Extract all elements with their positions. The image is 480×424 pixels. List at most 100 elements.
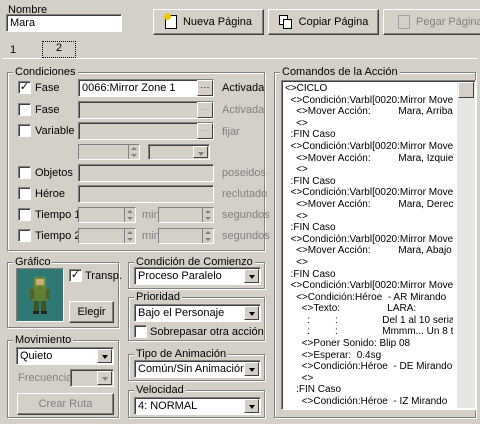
command-line[interactable]: <>Mover Acción: Mara, Derecha — [285, 199, 453, 211]
animation-title: Tipo de Animación — [134, 348, 229, 360]
command-line[interactable]: :FIN Caso — [285, 222, 453, 234]
start-condition-select[interactable]: Proceso Paralelo — [134, 267, 261, 285]
timer-1-seconds-spinner[interactable] — [158, 207, 214, 223]
command-line[interactable]: <>CICLO — [285, 83, 453, 95]
frequency-label: Frecuencia: — [18, 372, 76, 384]
commands-list[interactable]: <>CICLO <>Condición:Varbl[0020:Mirror Mo… — [281, 80, 476, 410]
switch-1-suffix: Activada — [222, 82, 265, 94]
switch-1-label: Fase — [35, 82, 60, 94]
command-line[interactable]: <> — [285, 408, 453, 409]
switch-1-field[interactable]: 0066:Mirror Zone 1 — [78, 79, 214, 97]
switch-2-suffix: Activada — [222, 104, 265, 116]
priority-value: Bajo el Personaje — [138, 307, 225, 319]
copy-page-icon — [278, 15, 293, 29]
variable-field[interactable] — [78, 122, 214, 140]
movement-select[interactable]: Quieto — [16, 347, 114, 365]
timer-1-label: Tiempo 1 — [35, 209, 81, 221]
timer-1-checkbox[interactable] — [18, 208, 31, 221]
command-line[interactable]: :FIN Caso — [285, 129, 453, 141]
hero-select[interactable] — [78, 185, 214, 203]
paste-page-label: Pegar Página — [416, 16, 480, 28]
scroll-up-button[interactable] — [458, 82, 474, 98]
command-line[interactable]: <>Condición:Héroe - IZ Mirando — [285, 396, 453, 408]
items-select[interactable] — [78, 164, 214, 182]
character-sprite[interactable] — [16, 268, 64, 322]
command-line[interactable]: <> — [285, 118, 453, 130]
command-line[interactable]: <>Condición:Varbl[0020:Mirror Moves]-2 — [285, 141, 453, 153]
command-line[interactable]: <>Poner Sonido: Blip 08 — [285, 338, 453, 350]
switch-1-checkbox[interactable]: ✓ — [18, 81, 31, 94]
command-line[interactable]: <>Condición:Varbl[0020:Mirror Moves]-1 — [285, 95, 453, 107]
command-line[interactable]: : : Mmmm... Un 8 tal vez? — [285, 326, 453, 338]
copy-page-button[interactable]: Copiar Página — [268, 9, 379, 35]
switch-2-label: Fase — [35, 104, 60, 116]
command-line[interactable]: :FIN Caso — [285, 384, 453, 396]
command-line[interactable]: <> — [285, 257, 453, 269]
commands-title: Comandos de la Acción — [280, 66, 400, 78]
start-condition-value: Proceso Paralelo — [138, 270, 222, 282]
items-checkbox[interactable] — [18, 166, 31, 179]
command-line[interactable]: <>Mover Acción: Mara, Izquierd — [285, 153, 453, 165]
new-page-label: Nueva Página — [182, 16, 253, 28]
command-line[interactable]: : : Del 1 al 10 seria\..\..\.. — [285, 315, 453, 327]
tab-2[interactable]: 2 — [42, 41, 76, 58]
switch-2-checkbox[interactable] — [18, 103, 31, 116]
command-line[interactable]: <>Condición:Héroe - AR Mirando — [285, 292, 453, 304]
hero-label: Héroe — [35, 188, 65, 200]
graphic-title: Gráfico — [13, 256, 53, 268]
command-line[interactable]: <>Mover Acción: Mara, Abajo — [285, 245, 453, 257]
switch-2-browse-button[interactable]: ··· — [197, 102, 213, 118]
timer-2-label: Tiempo 2 — [35, 230, 81, 242]
variable-value-spinner[interactable] — [78, 144, 140, 160]
command-line[interactable]: <>Condición:Varbl[0020:Mirror Moves]-4 — [285, 234, 453, 246]
transparent-checkbox[interactable]: ✓ — [69, 269, 82, 282]
timer-1-minutes-spinner[interactable] — [78, 207, 136, 223]
tab-panel-border — [2, 58, 478, 59]
command-line[interactable]: <>Condición:Varbl[0020:Mirror Moves]-5 — [285, 280, 453, 292]
items-label: Objetos — [35, 167, 73, 179]
command-line[interactable]: <>Condición:Héroe - DE Mirando — [285, 361, 453, 373]
timer-1-suffix: segundos — [222, 209, 270, 221]
command-line[interactable]: <>Esperar: 0.4sg — [285, 350, 453, 362]
name-field[interactable]: Mara — [6, 14, 122, 32]
switch-2-field[interactable] — [78, 101, 214, 119]
command-line[interactable]: <>Condición:Varbl[0020:Mirror Moves]-3 — [285, 187, 453, 199]
paste-page-button[interactable]: Pegar Página — [383, 9, 480, 35]
movement-title: Movimiento — [13, 334, 74, 346]
animation-value: Común/Sin Animación — [138, 363, 247, 375]
speed-select[interactable]: 4: NORMAL — [134, 397, 261, 415]
variable-browse-button[interactable]: ··· — [197, 123, 213, 139]
switch-1-browse-button[interactable]: ··· — [197, 80, 213, 96]
frequency-select[interactable] — [70, 369, 114, 387]
create-route-button[interactable]: Crear Ruta — [17, 393, 114, 415]
command-line[interactable]: <>Texto: LARA: — [285, 303, 453, 315]
choose-graphic-button[interactable]: Elegir — [69, 301, 114, 323]
conditions-group: Condiciones — [7, 66, 265, 251]
new-page-button[interactable]: Nueva Página — [153, 9, 264, 35]
variable-operator-select[interactable] — [148, 144, 210, 160]
character-sprite-image — [30, 277, 50, 314]
variable-label: Variable — [35, 125, 75, 137]
command-line[interactable]: <>Mover Acción: Mara, Arriba — [285, 106, 453, 118]
new-page-icon — [163, 13, 177, 29]
hero-suffix: reclutado — [222, 188, 268, 200]
priority-select[interactable]: Bajo el Personaje — [134, 304, 261, 322]
speed-title: Velocidad — [134, 384, 186, 396]
hero-checkbox[interactable] — [18, 187, 31, 200]
variable-checkbox[interactable] — [18, 124, 31, 137]
timer-2-checkbox[interactable] — [18, 229, 31, 242]
command-line[interactable]: <> — [285, 373, 453, 385]
command-line[interactable]: :FIN Caso — [285, 269, 453, 281]
paste-page-icon — [398, 15, 410, 29]
command-line[interactable]: <> — [285, 164, 453, 176]
items-suffix: poseidos — [222, 167, 267, 179]
transparent-label: Transp. — [85, 270, 122, 282]
command-line[interactable]: <> — [285, 211, 453, 223]
timer-2-seconds-spinner[interactable] — [158, 228, 214, 244]
commands-scrollbar[interactable] — [457, 82, 475, 408]
animation-select[interactable]: Común/Sin Animación — [134, 360, 261, 378]
command-line[interactable]: :FIN Caso — [285, 176, 453, 188]
overlap-checkbox[interactable] — [134, 325, 147, 338]
timer-2-minutes-spinner[interactable] — [78, 228, 136, 244]
tab-1[interactable]: 1 — [6, 44, 20, 57]
